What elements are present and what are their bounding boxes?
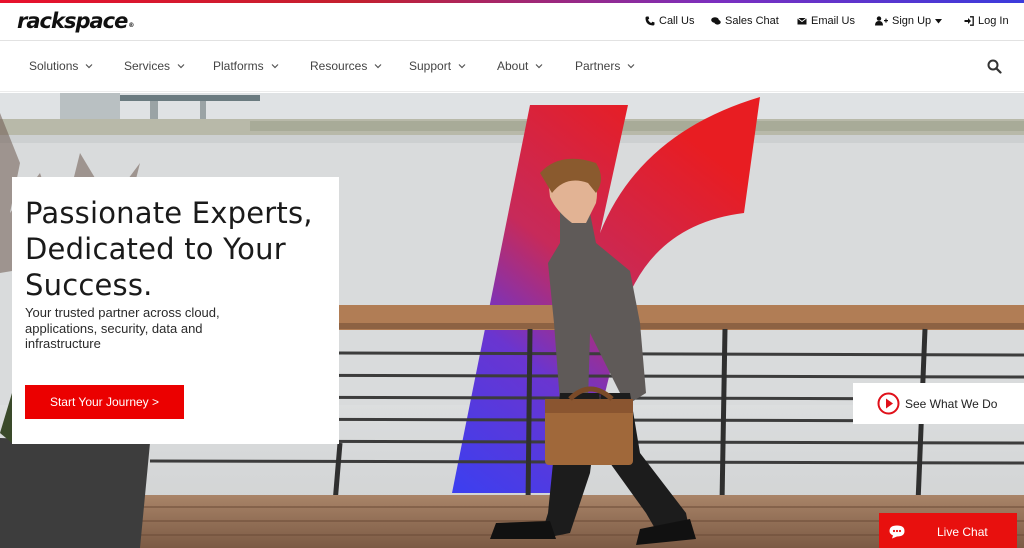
log-in-link[interactable]: Log In	[964, 15, 1009, 27]
utility-bar: rackspace® Call Us Sales Chat Email Us S…	[0, 3, 1024, 41]
hero-subtext: Your trusted partner across cloud, appli…	[25, 305, 220, 351]
sales-chat-link[interactable]: Sales Chat	[711, 15, 779, 27]
nav-item-platforms[interactable]: Platforms	[213, 59, 279, 73]
chat-icon	[711, 16, 721, 26]
nav-item-about[interactable]: About	[497, 59, 543, 73]
envelope-icon	[797, 16, 807, 26]
nav-label-solutions: Solutions	[29, 59, 79, 73]
start-journey-button[interactable]: Start Your Journey >	[25, 385, 184, 419]
nav-label-support: Support	[409, 59, 452, 73]
search-icon[interactable]	[987, 59, 1002, 74]
caret-down-icon	[935, 16, 943, 26]
nav-label-services: Services	[124, 59, 171, 73]
chevron-down-icon	[458, 62, 466, 70]
call-us-label: Call Us	[659, 15, 695, 27]
user-plus-icon	[875, 16, 888, 26]
nav-item-services[interactable]: Services	[124, 59, 185, 73]
main-navigation: Solutions Services Platforms Resources S…	[0, 42, 1024, 92]
sign-up-label: Sign Up	[892, 15, 932, 27]
nav-item-partners[interactable]: Partners	[575, 59, 635, 73]
see-what-we-do-label: See What We Do	[905, 396, 998, 411]
sales-chat-label: Sales Chat	[725, 15, 779, 27]
nav-item-resources[interactable]: Resources	[310, 59, 382, 73]
sign-in-icon	[964, 16, 974, 26]
play-icon	[877, 392, 900, 415]
live-chat-label: Live Chat	[937, 524, 988, 539]
chevron-down-icon	[535, 62, 543, 70]
logo-text: rackspace	[17, 9, 128, 33]
chevron-down-icon	[85, 62, 93, 70]
email-us-label: Email Us	[811, 15, 856, 27]
email-us-link[interactable]: Email Us	[797, 15, 855, 27]
rackspace-logo[interactable]: rackspace®	[17, 9, 134, 33]
sign-up-link[interactable]: Sign Up	[875, 15, 943, 27]
hero-banner: Passionate Experts, Dedicated to Your Su…	[0, 93, 1024, 548]
nav-label-resources: Resources	[310, 59, 368, 73]
call-us-link[interactable]: Call Us	[645, 15, 694, 27]
chevron-down-icon	[271, 62, 279, 70]
nav-item-solutions[interactable]: Solutions	[29, 59, 93, 73]
chevron-down-icon	[374, 62, 382, 70]
log-in-label: Log In	[978, 15, 1009, 27]
nav-label-platforms: Platforms	[213, 59, 264, 73]
nav-label-about: About	[497, 59, 529, 73]
chevron-down-icon	[627, 62, 635, 70]
phone-icon	[645, 16, 655, 26]
nav-label-partners: Partners	[575, 59, 621, 73]
chat-bubble-icon	[889, 525, 905, 538]
nav-item-support[interactable]: Support	[409, 59, 466, 73]
hero-card: Passionate Experts, Dedicated to Your Su…	[12, 177, 339, 444]
see-what-we-do-button[interactable]: See What We Do	[853, 383, 1024, 424]
live-chat-button[interactable]: Live Chat	[879, 513, 1017, 548]
hero-headline: Passionate Experts, Dedicated to Your Su…	[25, 196, 313, 302]
chevron-down-icon	[177, 62, 185, 70]
registered-mark: ®	[128, 22, 134, 29]
